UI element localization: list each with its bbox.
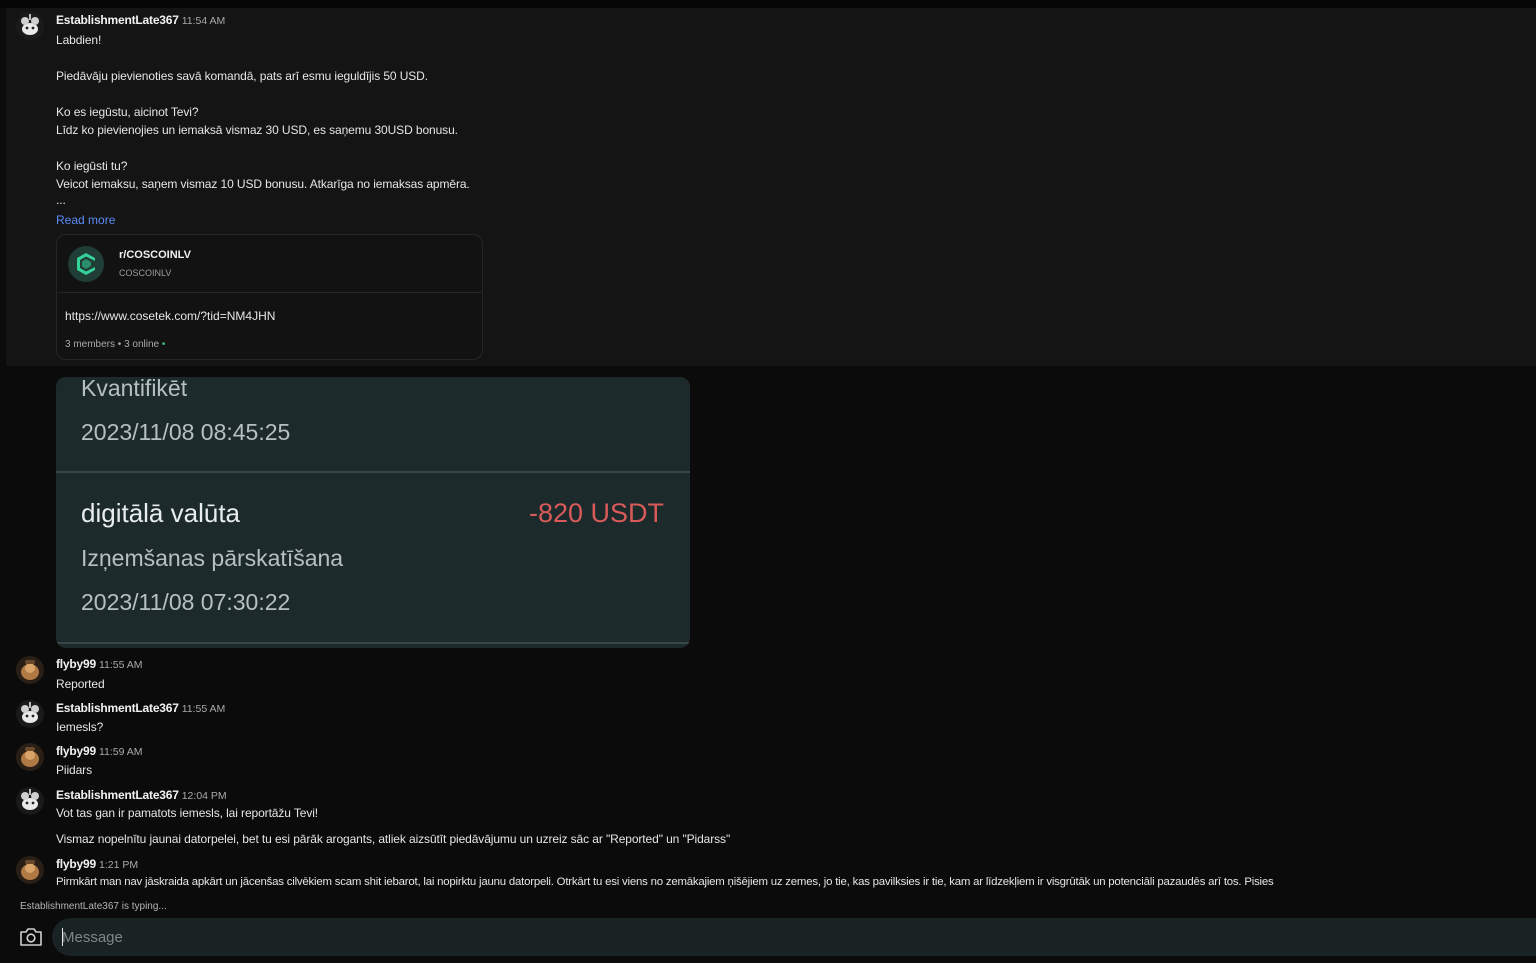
message-meta: flyby99 11:55 AM: [56, 656, 143, 673]
message-input[interactable]: [62, 918, 1522, 956]
community-card-header: r/COSCOINLV COSCOINLV: [57, 235, 482, 293]
message-meta: flyby99 1:21 PM: [56, 856, 138, 873]
snoo-avatar-icon[interactable]: [16, 700, 44, 728]
image-divider: [56, 471, 690, 473]
timestamp: 1:21 PM: [98, 859, 139, 871]
message-meta: EstablishmentLate367 11:55 AM: [56, 700, 225, 717]
flyby-avatar-icon[interactable]: [16, 743, 44, 771]
message-line: Veicot iemaksu, saņem vismaz 10 USD bonu…: [56, 177, 470, 191]
message-line: Piedāvāju pievienoties savā komandā, pat…: [56, 69, 428, 83]
message-line: Līdz ko pievienojies un iemaksā vismaz 3…: [56, 123, 458, 137]
community-name[interactable]: r/COSCOINLV: [119, 249, 191, 261]
message-meta: EstablishmentLate367 12:04 PM: [56, 787, 227, 804]
image-title: digitālā valūta: [81, 498, 240, 528]
snoo-avatar-icon[interactable]: [16, 12, 44, 40]
message-line: Vismaz nopelnītu jaunai datorpelei, bet …: [56, 832, 731, 846]
username[interactable]: flyby99: [56, 857, 96, 871]
read-more-link[interactable]: Read more: [56, 213, 115, 228]
flyby-avatar-icon[interactable]: [16, 656, 44, 684]
username[interactable]: flyby99: [56, 744, 96, 758]
attached-image[interactable]: Kvantifikēt 2023/11/08 08:45:25 digitālā…: [56, 377, 690, 648]
username[interactable]: EstablishmentLate367: [56, 701, 179, 715]
coscoin-logo-icon: [68, 246, 104, 282]
timestamp: 11:55 AM: [181, 703, 226, 715]
community-link[interactable]: https://www.cosetek.com/?tid=NM4JHN: [65, 309, 275, 323]
message-meta: EstablishmentLate367 11:54 AM: [56, 12, 225, 29]
message-line: ...: [56, 193, 66, 207]
image-status: Izņemšanas pārskatīšana: [81, 545, 344, 571]
community-subtitle: COSCOINLV: [119, 268, 172, 278]
community-stats: 3 members • 3 online •: [65, 339, 165, 350]
message-line: Iemesls?: [56, 720, 104, 734]
message-line: Ko es iegūstu, aicinot Tevi?: [56, 105, 199, 119]
text-caret: [62, 928, 63, 946]
image-date: 2023/11/08 07:30:22: [81, 589, 291, 615]
top-bar: [0, 0, 1536, 8]
snoo-avatar-icon[interactable]: [16, 787, 44, 815]
message-line: Reported: [56, 677, 105, 691]
message-line: Ko iegūsti tu?: [56, 159, 128, 173]
community-stats-text: 3 members • 3 online: [65, 339, 160, 350]
timestamp: 12:04 PM: [181, 790, 227, 802]
message-line: Piidars: [56, 763, 92, 777]
image-top-date: 2023/11/08 08:45:25: [81, 419, 291, 445]
timestamp: 11:55 AM: [98, 659, 143, 671]
message-composer: [52, 918, 1536, 956]
image-amount: -820 USDT: [528, 498, 664, 528]
timestamp: 11:54 AM: [181, 15, 226, 27]
username[interactable]: EstablishmentLate367: [56, 13, 179, 27]
image-bottom-line: [56, 642, 690, 644]
community-card[interactable]: r/COSCOINLV COSCOINLV https://www.cosete…: [56, 234, 483, 360]
camera-icon[interactable]: [18, 925, 44, 949]
username[interactable]: flyby99: [56, 657, 96, 671]
flyby-avatar-icon[interactable]: [16, 856, 44, 884]
timestamp: 11:59 AM: [98, 746, 143, 758]
image-top-label: Kvantifikēt: [81, 377, 188, 401]
message-line: Labdien!: [56, 33, 102, 47]
message-line: Pirmkārt man nav jāskraida apkārt un jāc…: [56, 876, 1274, 888]
online-dot: •: [161, 339, 166, 350]
message-line: Vot tas gan ir pamatots iemesls, lai rep…: [56, 806, 319, 820]
message-meta: flyby99 11:59 AM: [56, 743, 143, 760]
typing-indicator: EstablishmentLate367 is typing...: [20, 901, 167, 912]
username[interactable]: EstablishmentLate367: [56, 788, 179, 802]
